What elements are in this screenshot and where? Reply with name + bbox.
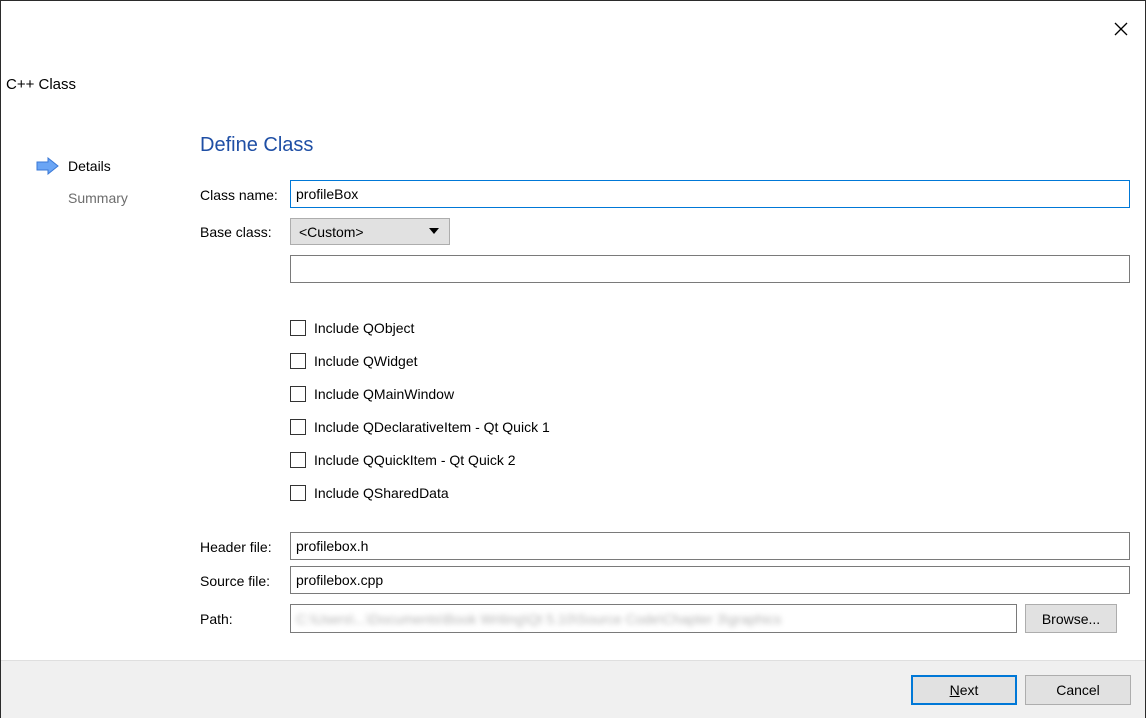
include-qquickitem-checkbox[interactable]: Include QQuickItem - Qt Quick 2 [290, 449, 516, 471]
cancel-button[interactable]: Cancel [1025, 675, 1131, 705]
checkbox-label: Include QSharedData [314, 485, 449, 501]
checkbox-box[interactable] [290, 419, 306, 435]
checkbox-box[interactable] [290, 353, 306, 369]
checkbox-box[interactable] [290, 452, 306, 468]
checkbox-label: Include QWidget [314, 353, 418, 369]
include-qwidget-checkbox[interactable]: Include QWidget [290, 350, 418, 372]
include-qdeclarativeitem-checkbox[interactable]: Include QDeclarativeItem - Qt Quick 1 [290, 416, 550, 438]
dialog-footer: Next Cancel [1, 660, 1145, 718]
step-details: Details [68, 158, 111, 174]
next-button[interactable]: Next [911, 675, 1017, 705]
page-heading: Define Class [200, 134, 314, 156]
base-class-selected: <Custom> [299, 223, 364, 240]
custom-base-class-input[interactable] [290, 255, 1130, 283]
include-qmainwindow-checkbox[interactable]: Include QMainWindow [290, 383, 454, 405]
next-mnemonic: N [949, 682, 960, 698]
include-qshareddata-checkbox[interactable]: Include QSharedData [290, 482, 449, 504]
checkbox-box[interactable] [290, 386, 306, 402]
header-file-label: Header file: [200, 539, 272, 555]
browse-button[interactable]: Browse... [1025, 604, 1117, 633]
source-file-label: Source file: [200, 573, 271, 589]
checkbox-label: Include QDeclarativeItem - Qt Quick 1 [314, 419, 550, 435]
base-class-label: Base class: [200, 224, 272, 240]
dialog-title: C++ Class [6, 76, 77, 93]
next-label: ext [959, 682, 979, 698]
current-step-arrow-icon [36, 157, 59, 175]
base-class-dropdown[interactable]: <Custom> [290, 218, 450, 245]
path-value: C:\Users\...\Documents\Book Writing\Qt 5… [296, 610, 782, 627]
step-summary: Summary [68, 190, 128, 206]
source-file-input[interactable] [290, 566, 1130, 594]
class-name-input[interactable] [290, 180, 1130, 208]
checkbox-label: Include QMainWindow [314, 386, 455, 402]
checkbox-box[interactable] [290, 485, 306, 501]
checkbox-label: Include QObject [314, 320, 415, 336]
chevron-down-icon [429, 228, 439, 234]
path-label: Path: [200, 611, 233, 627]
checkbox-label: Include QQuickItem - Qt Quick 2 [314, 452, 516, 468]
close-icon [1114, 22, 1128, 36]
checkbox-box[interactable] [290, 320, 306, 336]
path-input[interactable]: C:\Users\...\Documents\Book Writing\Qt 5… [290, 604, 1017, 633]
include-qobject-checkbox[interactable]: Include QObject [290, 317, 414, 339]
class-name-label: Class name: [200, 187, 278, 203]
close-button[interactable] [1106, 14, 1136, 44]
header-file-input[interactable] [290, 532, 1130, 560]
